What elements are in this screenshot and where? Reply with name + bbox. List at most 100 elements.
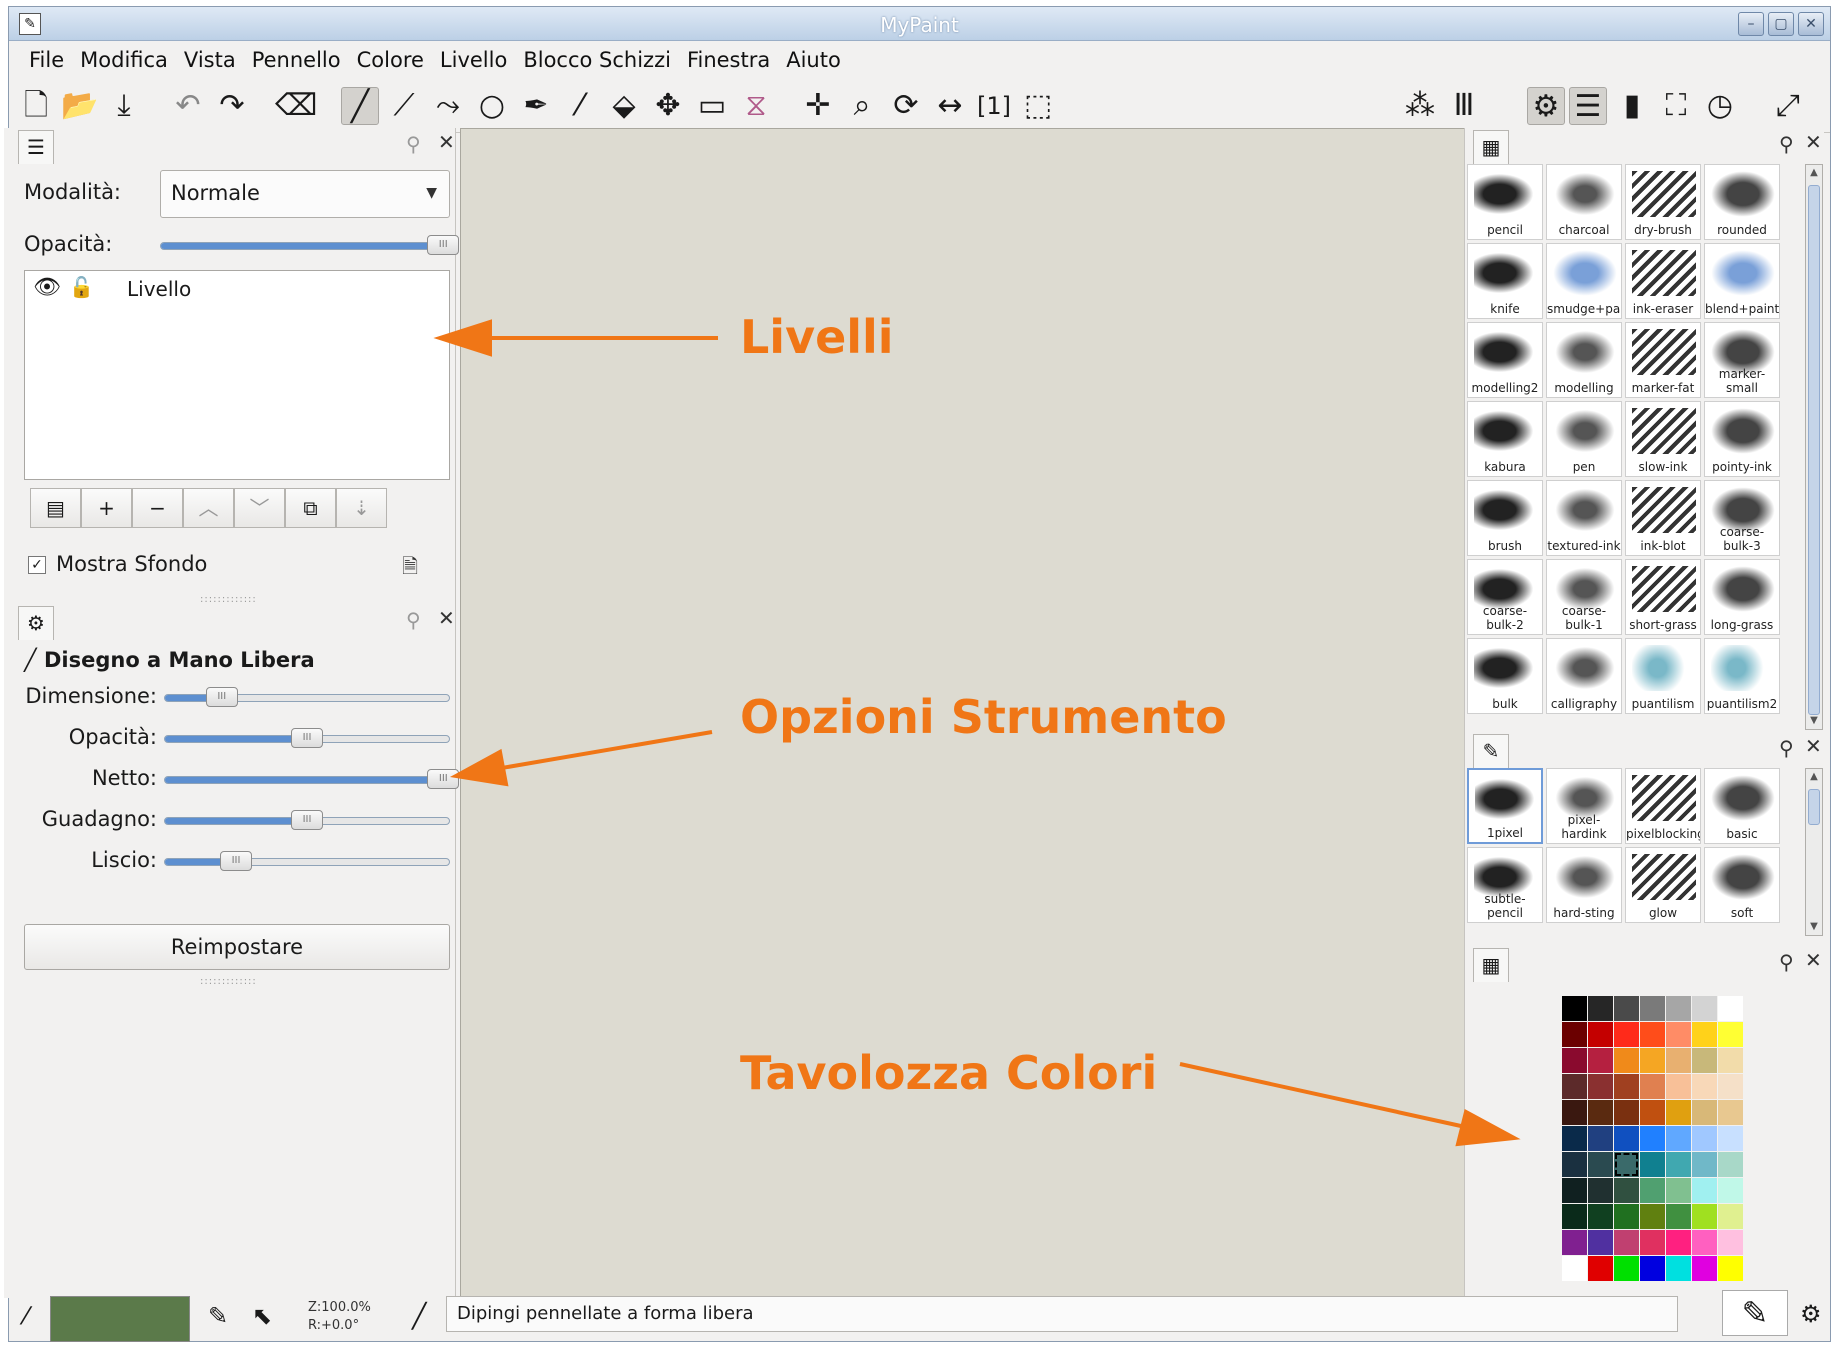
palette-swatch[interactable] <box>1666 1230 1691 1255</box>
reset-button[interactable]: Reimpostare <box>24 924 450 970</box>
remove-layer-icon[interactable]: − <box>132 488 183 528</box>
eraser-icon[interactable]: ⌫ <box>275 87 317 125</box>
close-panel-icon[interactable]: ✕ <box>1805 734 1822 758</box>
palette-swatch[interactable] <box>1718 1048 1743 1073</box>
palette-swatch[interactable] <box>1718 1152 1743 1177</box>
palette-swatch[interactable] <box>1718 996 1743 1021</box>
expand-icon[interactable]: ⤢ <box>1769 87 1807 125</box>
close-window-button[interactable]: ✕ <box>1798 12 1824 36</box>
brush-item[interactable]: charcoal <box>1546 164 1622 240</box>
palette-swatch[interactable] <box>1562 1100 1587 1125</box>
frame-icon[interactable]: ▭ <box>693 87 731 125</box>
brush-item[interactable]: modelling <box>1546 322 1622 398</box>
palette-swatch[interactable] <box>1692 1100 1717 1125</box>
palette-swatch[interactable] <box>1614 1022 1639 1047</box>
brush-item[interactable]: dry-brush <box>1625 164 1701 240</box>
brush-item[interactable]: subtle-pencil <box>1467 847 1543 923</box>
brush-settings-icon[interactable]: ⚙ <box>1800 1300 1822 1328</box>
brush-item[interactable]: rounded <box>1704 164 1780 240</box>
brush-item[interactable]: 1pixel <box>1467 768 1543 844</box>
brush-item[interactable]: pointy-ink <box>1704 401 1780 477</box>
brush-item[interactable]: pencil <box>1467 164 1543 240</box>
palette-swatch[interactable] <box>1666 1126 1691 1151</box>
layers-icon[interactable]: ☰ <box>1569 87 1607 125</box>
detach-pin-icon[interactable]: ⚲ <box>406 608 421 632</box>
close-panel-icon[interactable]: ✕ <box>438 130 455 154</box>
panel-resize-grip[interactable]: ::::::::::::: <box>200 976 257 987</box>
palette-swatch[interactable] <box>1614 1074 1639 1099</box>
mode-dropdown[interactable]: Normale ▼ <box>160 170 450 218</box>
palette-swatch[interactable] <box>1718 1204 1743 1229</box>
inking-icon[interactable]: ⟋ <box>385 87 423 125</box>
palette-swatch[interactable] <box>1666 1048 1691 1073</box>
palette-swatch[interactable] <box>1562 1256 1587 1281</box>
palette-swatch[interactable] <box>1562 1230 1587 1255</box>
menu-file[interactable]: File <box>21 48 72 72</box>
freehand-brush-icon[interactable]: ╱ <box>341 87 379 125</box>
tool-slider[interactable]: III <box>164 769 460 789</box>
palette-swatch[interactable] <box>1666 1100 1691 1125</box>
brushes-panel-tab[interactable]: ▦ <box>1473 130 1509 164</box>
close-panel-icon[interactable]: ✕ <box>438 606 455 630</box>
palette-swatch[interactable] <box>1588 996 1613 1021</box>
palette-swatch[interactable] <box>1640 1204 1665 1229</box>
scratchpad-icon[interactable]: ▮ <box>1613 87 1651 125</box>
detach-pin-icon[interactable]: ⚲ <box>1779 132 1794 156</box>
tool-options-panel-tab[interactable]: ⚙ <box>18 606 54 640</box>
brush-item[interactable]: short-grass <box>1625 559 1701 635</box>
brush-item[interactable]: blend+paint <box>1704 243 1780 319</box>
close-panel-icon[interactable]: ✕ <box>1805 130 1822 154</box>
maximize-button[interactable]: ▢ <box>1768 12 1794 36</box>
brush-item[interactable]: marker-fat <box>1625 322 1701 398</box>
palette-swatch[interactable] <box>1692 1074 1717 1099</box>
palette-swatch[interactable] <box>1666 1178 1691 1203</box>
unlock-icon[interactable]: 🔓 <box>69 275 94 299</box>
palette-swatch[interactable] <box>1718 1230 1743 1255</box>
palette-swatch[interactable] <box>1640 1126 1665 1151</box>
palette-swatch[interactable] <box>1692 1256 1717 1281</box>
menu-view[interactable]: Vista <box>176 48 244 72</box>
move-layer-down-icon[interactable]: ﹀ <box>234 488 285 528</box>
tool-slider[interactable]: III <box>164 851 450 871</box>
zoom-1-to-1-icon[interactable]: [1] <box>975 87 1013 125</box>
close-panel-icon[interactable]: ✕ <box>1805 948 1822 972</box>
brush-item[interactable]: marker-small <box>1704 322 1780 398</box>
menu-brush[interactable]: Pennello <box>244 48 349 72</box>
brush-item[interactable]: glow <box>1625 847 1701 923</box>
palette-swatch[interactable] <box>1640 1152 1665 1177</box>
edit-color-icon[interactable]: ✎ <box>208 1302 228 1330</box>
palette-swatch[interactable] <box>1718 1100 1743 1125</box>
palette-swatch[interactable] <box>1562 1178 1587 1203</box>
palette-swatch[interactable] <box>1666 1204 1691 1229</box>
brushes-scrollbar[interactable]: ▲ ▼ <box>1805 164 1823 730</box>
add-layer-icon[interactable]: + <box>81 488 132 528</box>
ellipse-tool-icon[interactable]: ○ <box>473 87 511 125</box>
brush-item[interactable]: knife <box>1467 243 1543 319</box>
brushes-icon[interactable]: Ⅲ <box>1445 87 1483 125</box>
brush-item[interactable]: coarse-bulk-1 <box>1546 559 1622 635</box>
palette-swatch[interactable] <box>1692 1048 1717 1073</box>
palette-swatch[interactable] <box>1614 1152 1639 1177</box>
brush-item[interactable]: puantilism <box>1625 638 1701 714</box>
brush-item[interactable]: kabura <box>1467 401 1543 477</box>
symmetry-icon[interactable]: ⧖ <box>737 87 775 125</box>
palette-swatch[interactable] <box>1588 1100 1613 1125</box>
palette-swatch[interactable] <box>1640 1074 1665 1099</box>
mirror-view-icon[interactable]: ↔ <box>931 87 969 125</box>
color-picker-icon[interactable]: ⁄ <box>24 1302 28 1330</box>
brush-item[interactable]: brush <box>1467 480 1543 556</box>
scroll-up-icon[interactable]: ▲ <box>1806 769 1822 785</box>
palette-swatch[interactable] <box>1640 996 1665 1021</box>
palette-swatch[interactable] <box>1692 1022 1717 1047</box>
palette-swatch[interactable] <box>1562 1048 1587 1073</box>
brush-item[interactable]: smudge+paint <box>1546 243 1622 319</box>
palette-swatch[interactable] <box>1614 1126 1639 1151</box>
brush-item[interactable]: ink-eraser <box>1625 243 1701 319</box>
palette-swatch[interactable] <box>1692 996 1717 1021</box>
palette-swatch[interactable] <box>1718 1126 1743 1151</box>
palette-swatch[interactable] <box>1588 1256 1613 1281</box>
show-background-checkbox[interactable]: ✓ <box>28 556 46 574</box>
layer-row[interactable]: 👁 🔓 Livello <box>25 271 449 307</box>
new-layer-group-icon[interactable]: ▤ <box>30 488 81 528</box>
new-document-icon[interactable]: 🗋 <box>17 87 55 125</box>
